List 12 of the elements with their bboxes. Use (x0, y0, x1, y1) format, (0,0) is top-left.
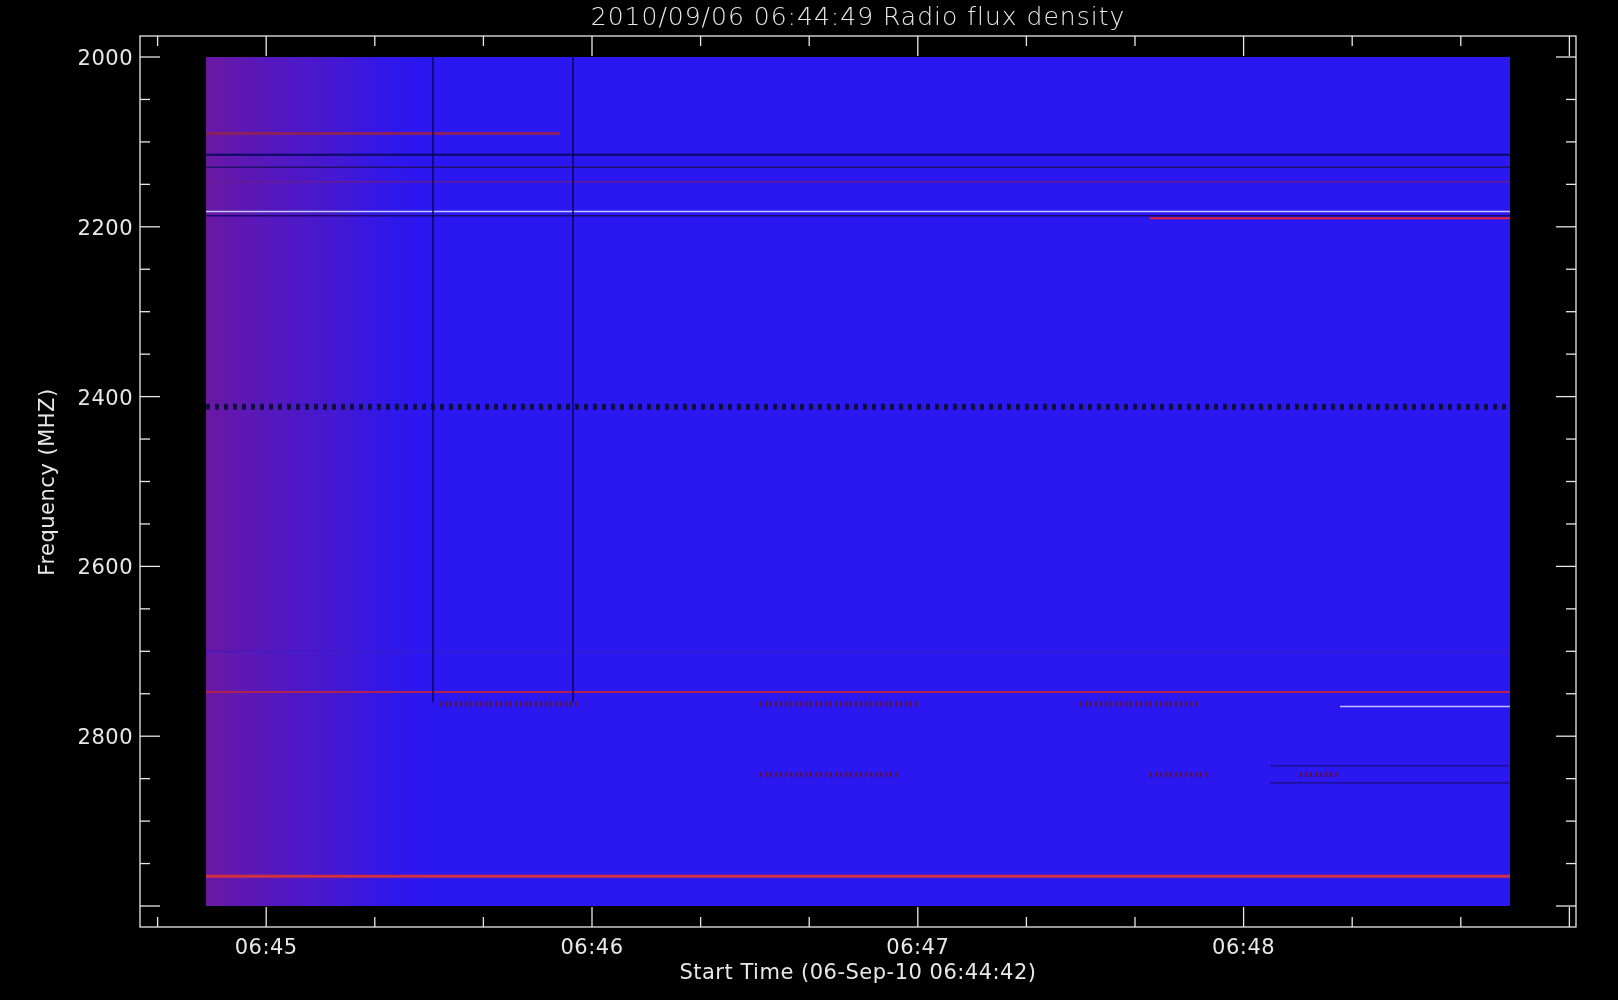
plot-title: 2010/09/06 06:44:49 Radio flux density (590, 2, 1126, 31)
x-tick-label: 06:47 (886, 935, 950, 959)
y-tick-label: 2400 (77, 385, 133, 410)
x-tick-label: 06:46 (560, 935, 624, 959)
y-tick-label: 2200 (77, 215, 133, 240)
y-axis-label: Frequency (MHZ) (35, 388, 59, 576)
y-tick-label: 2600 (77, 555, 133, 580)
y-tick-label: 2800 (77, 725, 133, 750)
x-axis-label: Start Time (06-Sep-10 06:44:42) (679, 960, 1037, 984)
y-tick-label: 2000 (77, 46, 133, 70)
x-tick-label: 06:48 (1212, 935, 1276, 959)
x-tick-label: 06:45 (234, 935, 298, 959)
